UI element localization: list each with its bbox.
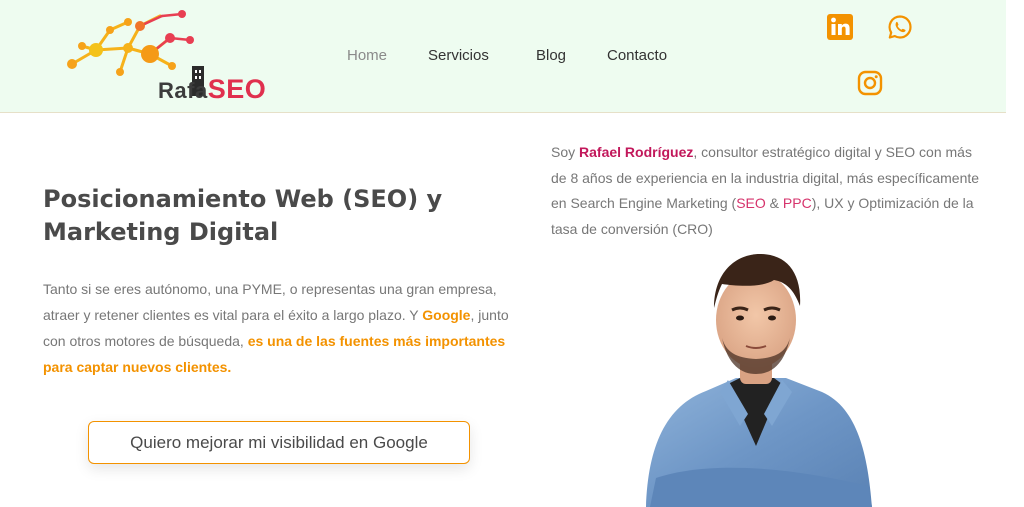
profile-photo bbox=[636, 246, 876, 507]
logo-text-rafa: Rafa bbox=[158, 78, 208, 103]
bio-name: Rafael Rodríguez bbox=[579, 144, 694, 160]
whatsapp-icon[interactable] bbox=[887, 14, 913, 40]
site-header: RafaSEO Home Servicios Blog Contacto bbox=[0, 0, 1006, 113]
nav-contacto[interactable]: Contacto bbox=[607, 47, 667, 64]
cta-visibility-button[interactable]: Quiero mejorar mi visibilidad en Google bbox=[88, 421, 470, 464]
hero-description: Tanto si se eres autónomo, una PYME, o r… bbox=[43, 276, 533, 380]
nav-blog[interactable]: Blog bbox=[536, 47, 566, 64]
logo-text-seo: SEO bbox=[207, 74, 267, 104]
bio-link-ppc[interactable]: PPC bbox=[783, 195, 812, 211]
instagram-icon[interactable] bbox=[857, 70, 883, 96]
bio-link-seo[interactable]: SEO bbox=[736, 195, 766, 211]
bio-amp: & bbox=[765, 195, 783, 211]
site-logo[interactable]: RafaSEO bbox=[58, 8, 266, 104]
nav-servicios[interactable]: Servicios bbox=[428, 47, 489, 64]
nav-home[interactable]: Home bbox=[347, 47, 387, 64]
logo-text: RafaSEO bbox=[158, 74, 266, 105]
hero-title: Posicionamiento Web (SEO) y Marketing Di… bbox=[43, 185, 443, 246]
bio-paragraph: Soy Rafael Rodríguez, consultor estratég… bbox=[551, 140, 991, 242]
bio-intro: Soy bbox=[551, 144, 580, 160]
hero-text-google: Google bbox=[422, 307, 471, 323]
linkedin-icon[interactable] bbox=[827, 14, 853, 40]
